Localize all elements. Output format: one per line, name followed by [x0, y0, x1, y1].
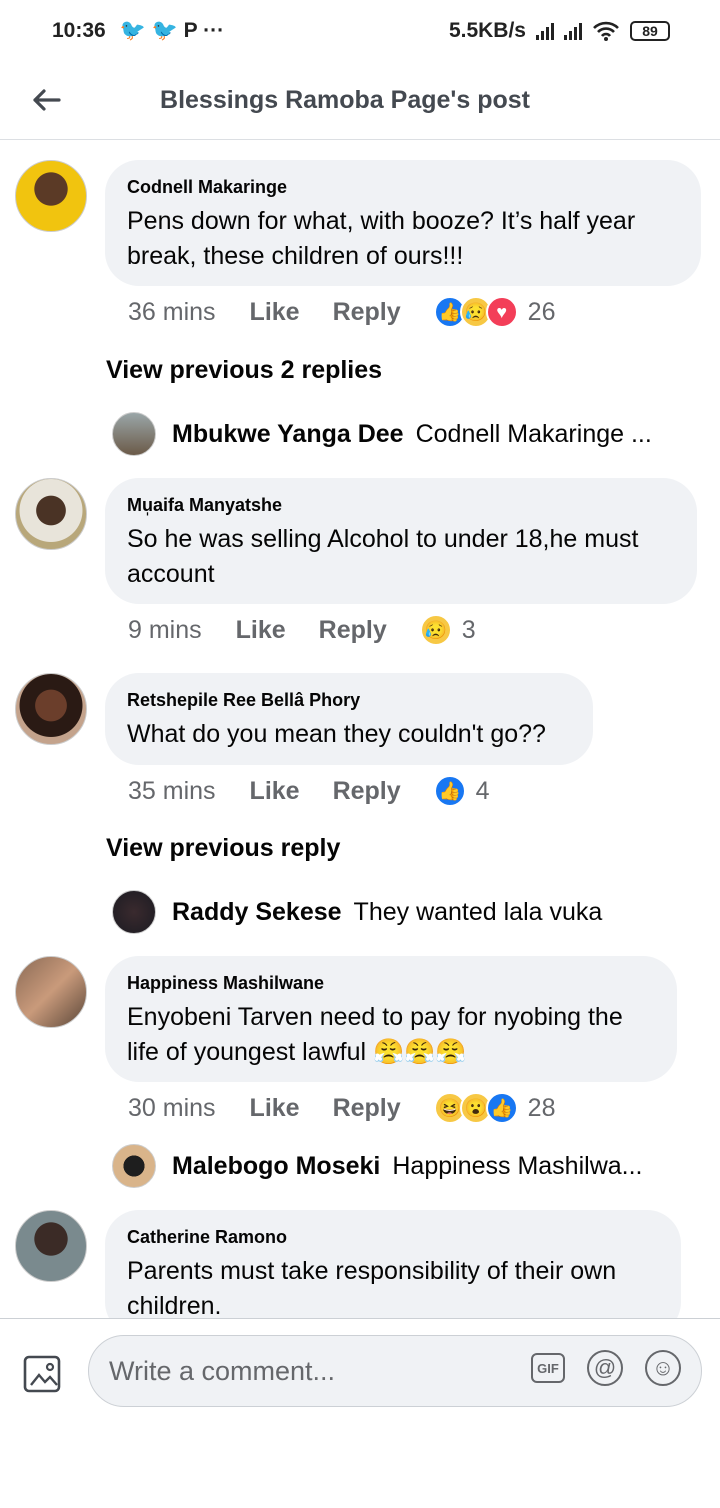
- reaction-count: 28: [527, 1093, 556, 1122]
- reply-text: They wanted lala vuka: [353, 897, 603, 926]
- avatar[interactable]: [15, 160, 87, 232]
- reply-button[interactable]: Reply: [333, 298, 401, 327]
- page-title: Blessings Ramoba Page's post: [160, 86, 530, 114]
- sad-reaction-icon: 😥: [419, 614, 452, 646]
- like-button[interactable]: Like: [250, 298, 300, 327]
- reply-author: Malebogo Moseki: [172, 1151, 381, 1180]
- notification-icons: 🐦 🐦 P ···: [119, 19, 225, 42]
- reply-button[interactable]: Reply: [333, 777, 401, 806]
- comment-time: 30 mins: [128, 1093, 216, 1122]
- avatar[interactable]: [15, 956, 87, 1028]
- signal-icon: [536, 22, 554, 40]
- comment-text: Enyobeni Tarven need to pay for nyobing …: [127, 1003, 623, 1066]
- comment-text: What do you mean they couldn't go??: [127, 720, 546, 748]
- commenter-name[interactable]: Mu̩aifa Manyatshe: [127, 494, 675, 516]
- comment-bubble[interactable]: Catherine Ramono Parents must take respo…: [105, 1210, 681, 1318]
- comment-time: 36 mins: [128, 297, 216, 326]
- avatar[interactable]: [15, 1210, 87, 1282]
- clock: 10:36: [52, 19, 106, 42]
- comment-bubble[interactable]: Happiness Mashilwane Enyobeni Tarven nee…: [105, 956, 677, 1082]
- comment-meta: 30 mins Like Reply 😆 😮 👍 28: [128, 1092, 555, 1124]
- comment-meta: 35 mins Like Reply 👍 4: [128, 775, 490, 807]
- comment-input[interactable]: Write a comment... GIF @ ☺: [88, 1335, 702, 1407]
- reply-button[interactable]: Reply: [333, 1094, 401, 1123]
- avatar: [112, 412, 156, 456]
- avatar[interactable]: [15, 478, 87, 550]
- reactions[interactable]: 😆 😮 👍 28: [433, 1092, 556, 1124]
- like-button[interactable]: Like: [250, 1094, 300, 1123]
- reply-preview[interactable]: Malebogo Moseki Happiness Mashilwa...: [112, 1144, 643, 1188]
- post-header: Blessings Ramoba Page's post: [0, 62, 720, 140]
- comment-bubble[interactable]: Retshepile Ree Bellâ Phory What do you m…: [105, 673, 593, 765]
- status-bar: 10:36 🐦 🐦 P ··· 5.5KB/s 89: [0, 0, 720, 62]
- comment-text: Pens down for what, with booze? It’s hal…: [127, 207, 636, 270]
- comment-bubble[interactable]: Mu̩aifa Manyatshe So he was selling Alco…: [105, 478, 697, 604]
- emoji-icon[interactable]: ☺: [645, 1350, 681, 1386]
- signal-icon-2: [564, 22, 582, 40]
- reply-text: Happiness Mashilwa...: [392, 1151, 643, 1180]
- network-speed: 5.5KB/s: [448, 19, 526, 42]
- reply-preview[interactable]: Mbukwe Yanga Dee Codnell Makaringe ...: [112, 412, 652, 456]
- avatar: [112, 890, 156, 934]
- reactions[interactable]: 👍 4: [433, 775, 490, 807]
- comment-text: Parents must take responsibility of thei…: [127, 1257, 617, 1318]
- comment-bubble[interactable]: Codnell Makaringe Pens down for what, wi…: [105, 160, 701, 286]
- avatar: [112, 1144, 156, 1188]
- reaction-count: 26: [527, 297, 556, 326]
- photo-icon[interactable]: [22, 1351, 66, 1395]
- like-reaction-icon: 👍: [485, 1092, 518, 1124]
- like-button[interactable]: Like: [250, 777, 300, 806]
- wifi-icon: [593, 21, 619, 41]
- reaction-count: 4: [475, 776, 490, 805]
- commenter-name[interactable]: Happiness Mashilwane: [127, 972, 655, 994]
- comment-placeholder: Write a comment...: [109, 1355, 336, 1386]
- reaction-count: 3: [461, 615, 476, 644]
- reply-author: Raddy Sekese: [172, 897, 342, 926]
- gif-icon[interactable]: GIF: [531, 1353, 565, 1383]
- comments-feed[interactable]: Codnell Makaringe Pens down for what, wi…: [0, 140, 720, 1318]
- avatar[interactable]: [15, 673, 87, 745]
- comment-meta: 36 mins Like Reply 👍 😥 ♥ 26: [128, 296, 555, 328]
- battery-icon: 89: [630, 21, 670, 41]
- reply-text: Codnell Makaringe ...: [415, 419, 652, 448]
- comment-composer: Write a comment... GIF @ ☺: [0, 1318, 720, 1508]
- commenter-name[interactable]: Catherine Ramono: [127, 1226, 659, 1248]
- reply-author: Mbukwe Yanga Dee: [172, 419, 404, 448]
- like-reaction-icon: 👍: [433, 775, 466, 807]
- comment-time: 9 mins: [128, 615, 202, 644]
- reactions[interactable]: 😥 3: [419, 614, 476, 646]
- commenter-name[interactable]: Codnell Makaringe: [127, 176, 679, 198]
- like-button[interactable]: Like: [236, 616, 286, 645]
- mention-icon[interactable]: @: [587, 1350, 623, 1386]
- comment-text: So he was selling Alcohol to under 18,he…: [127, 525, 639, 588]
- love-reaction-icon: ♥: [485, 296, 518, 328]
- comment-meta: 9 mins Like Reply 😥 3: [128, 614, 476, 646]
- comment-time: 35 mins: [128, 776, 216, 805]
- commenter-name[interactable]: Retshepile Ree Bellâ Phory: [127, 689, 571, 711]
- view-previous-reply[interactable]: View previous reply: [106, 834, 340, 863]
- reply-button[interactable]: Reply: [319, 616, 387, 645]
- view-previous-replies[interactable]: View previous 2 replies: [106, 356, 382, 385]
- reactions[interactable]: 👍 😥 ♥ 26: [433, 296, 556, 328]
- reply-preview[interactable]: Raddy Sekese They wanted lala vuka: [112, 890, 602, 934]
